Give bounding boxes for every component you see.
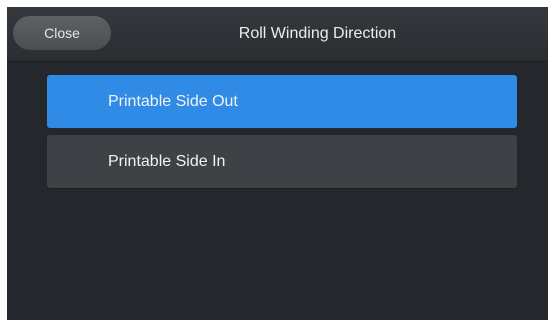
close-button[interactable]: Close xyxy=(13,16,111,50)
option-label: Printable Side Out xyxy=(108,93,238,110)
option-printable-side-in[interactable]: Printable Side In xyxy=(47,135,517,188)
header-bar: Close Roll Winding Direction xyxy=(7,7,548,62)
page-title: Roll Winding Direction xyxy=(238,25,397,42)
option-label: Printable Side In xyxy=(108,153,226,170)
option-printable-side-out[interactable]: Printable Side Out xyxy=(47,75,517,128)
roll-winding-direction-screen: Close Roll Winding Direction Printable S… xyxy=(7,7,548,320)
